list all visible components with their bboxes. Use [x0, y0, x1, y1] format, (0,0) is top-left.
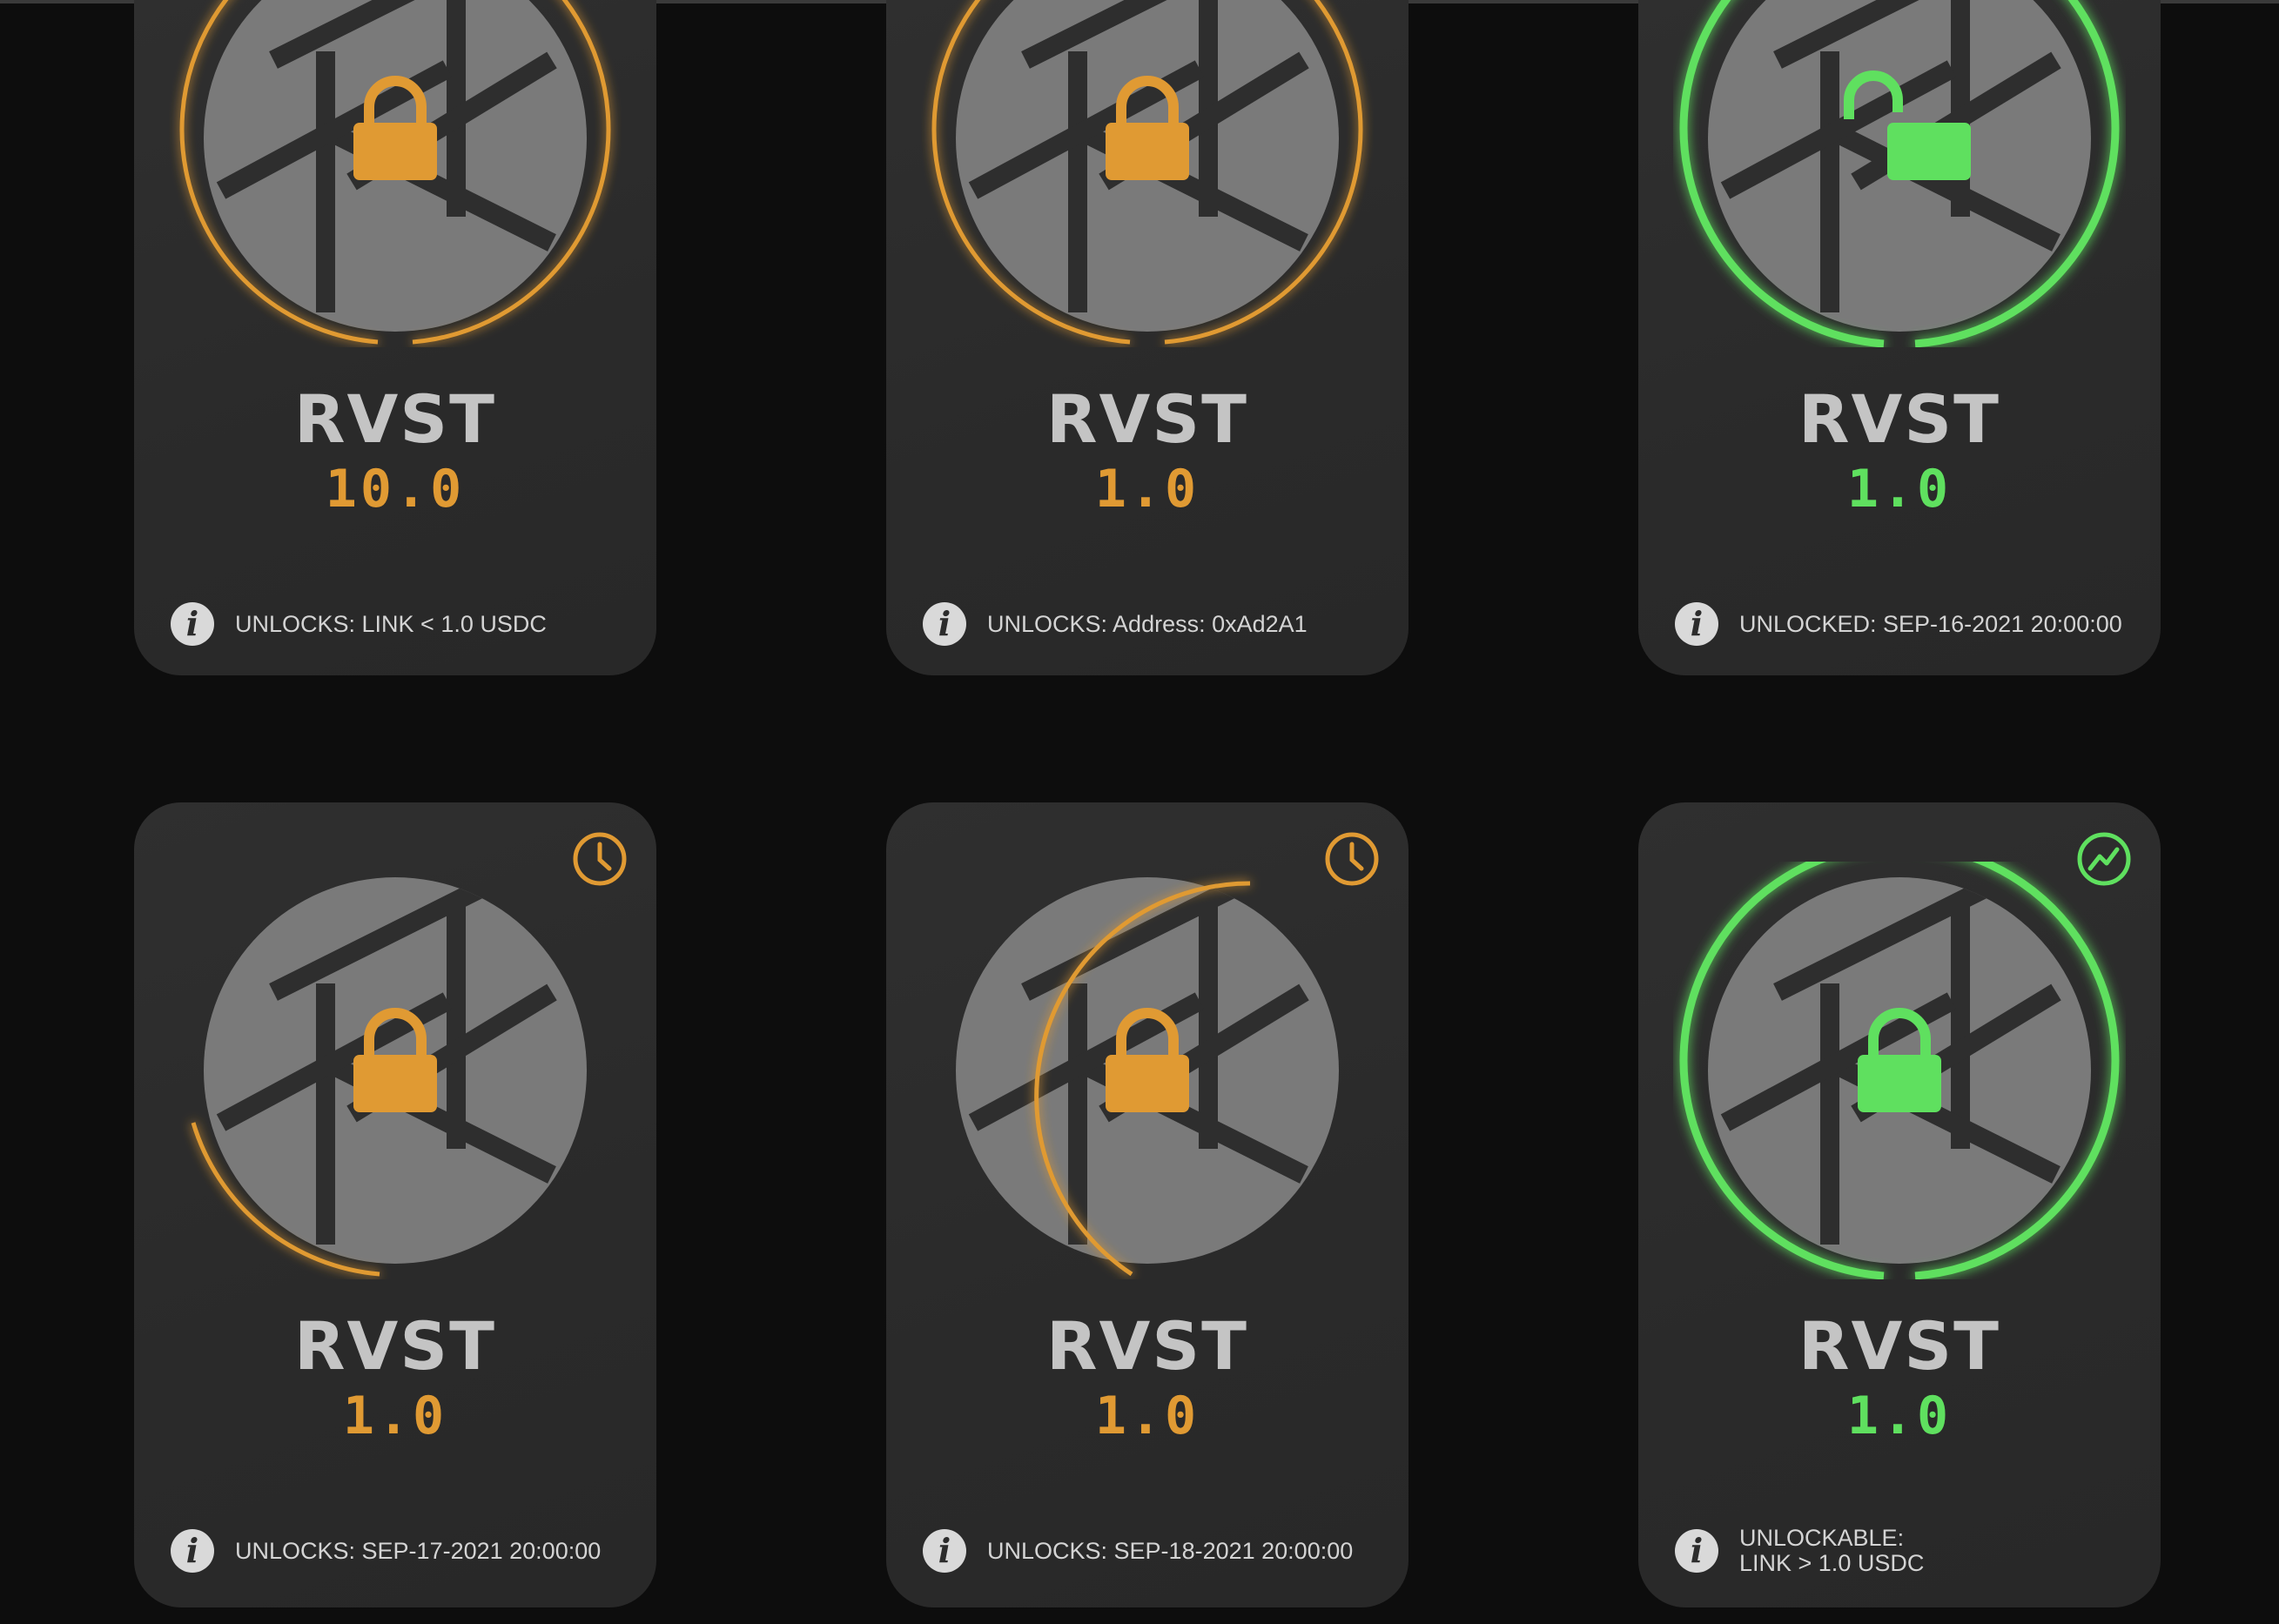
aperture-lens-icon — [179, 0, 611, 345]
token-ticker: RVST — [294, 1307, 496, 1385]
token-amount: 1.0 — [342, 1386, 448, 1446]
token-ticker: RVST — [294, 380, 496, 458]
unlock-condition: i UNLOCKS: LINK < 1.0 USDC — [171, 600, 639, 648]
token-ticker: RVST — [1798, 380, 2000, 458]
token-amount: 10.0 — [325, 459, 466, 520]
info-icon[interactable]: i — [1675, 602, 1718, 646]
unlock-condition: i UNLOCKS: SEP-18-2021 20:00:00 — [923, 1527, 1391, 1575]
aperture-lens-icon — [1679, 0, 2120, 347]
token-amount: 1.0 — [1846, 459, 1953, 520]
token-amount: 1.0 — [1094, 1386, 1200, 1446]
unlock-condition-text: UNLOCKS: LINK < 1.0 USDC — [235, 610, 547, 637]
unlock-condition-text: UNLOCKS: SEP-17-2021 20:00:00 — [235, 1537, 602, 1564]
token-card[interactable]: RVST 1.0 i UNLOCKABLE: LINK > 1.0 USDC — [1638, 802, 2161, 1607]
info-icon[interactable]: i — [1675, 1529, 1718, 1573]
token-ticker: RVST — [1798, 1307, 2000, 1385]
unlock-condition-text: UNLOCKS: Address: 0xAd2A1 — [987, 610, 1308, 637]
unlock-condition: i UNLOCKS: Address: 0xAd2A1 — [923, 600, 1391, 648]
token-card[interactable]: RVST 1.0 i UNLOCKED: SEP-16-2021 20:00:0… — [1638, 0, 2161, 675]
token-card[interactable]: RVST 1.0 i UNLOCKS: SEP-18-2021 20:00:00 — [886, 802, 1408, 1607]
token-ticker: RVST — [1046, 380, 1248, 458]
info-icon[interactable]: i — [923, 1529, 966, 1573]
unlock-condition: i UNLOCKS: SEP-17-2021 20:00:00 — [171, 1527, 639, 1575]
info-icon[interactable]: i — [171, 1529, 214, 1573]
unlock-condition-text: LINK > 1.0 USDC — [1739, 1550, 1925, 1576]
unlock-condition-label: UNLOCKABLE: — [1739, 1525, 1905, 1551]
unlock-condition-text: UNLOCKS: SEP-18-2021 20:00:00 — [987, 1537, 1354, 1564]
token-amount: 1.0 — [1846, 1386, 1953, 1446]
token-card[interactable]: RVST 1.0 i UNLOCKS: Address: 0xAd2A1 — [886, 0, 1408, 675]
token-card[interactable]: RVST 1.0 i UNLOCKS: SEP-17-2021 20:00:00 — [134, 802, 656, 1607]
token-card[interactable]: RVST 10.0 i UNLOCKS: LINK < 1.0 USDC — [134, 0, 656, 675]
aperture-lens-icon — [1679, 862, 2120, 1279]
aperture-lens-icon — [931, 0, 1363, 345]
unlock-condition: i UNLOCKED: SEP-16-2021 20:00:00 — [1675, 600, 2143, 648]
token-amount: 1.0 — [1094, 459, 1200, 520]
info-icon[interactable]: i — [171, 602, 214, 646]
unlock-condition: i UNLOCKABLE: LINK > 1.0 USDC — [1675, 1525, 2143, 1576]
info-icon[interactable]: i — [923, 602, 966, 646]
aperture-lens-icon — [921, 862, 1374, 1277]
aperture-lens-icon — [191, 862, 622, 1277]
token-ticker: RVST — [1046, 1307, 1248, 1385]
unlock-condition-text: UNLOCKED: SEP-16-2021 20:00:00 — [1739, 610, 2122, 637]
